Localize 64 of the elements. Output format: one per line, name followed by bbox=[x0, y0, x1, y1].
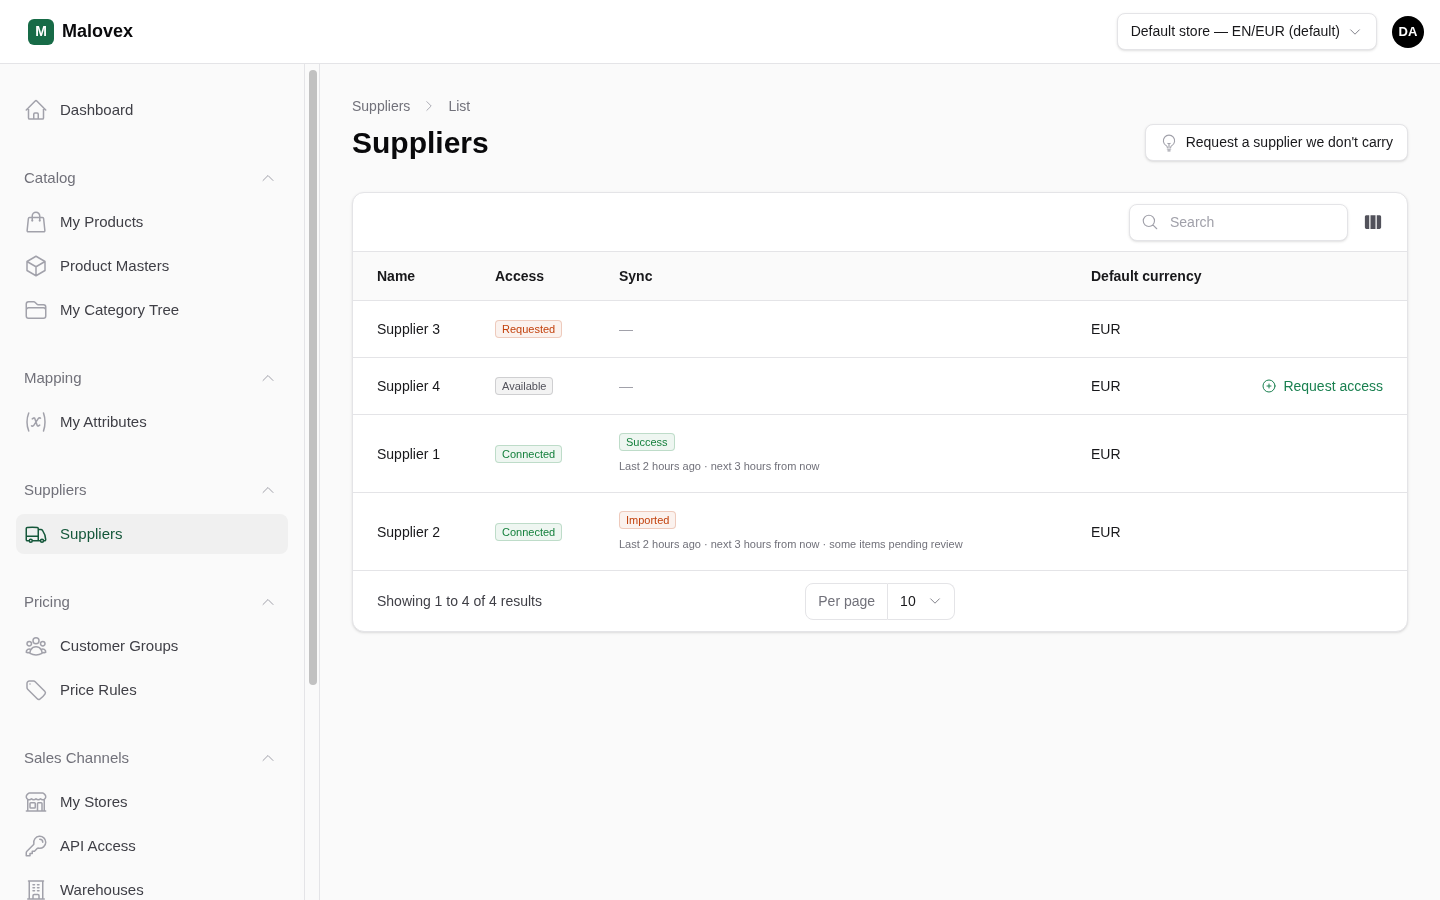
key-icon bbox=[24, 834, 48, 858]
sidebar-item[interactable]: Warehouses bbox=[16, 870, 288, 900]
sidebar-item[interactable]: API Access bbox=[16, 826, 288, 866]
table-cell-text: EUR bbox=[1091, 320, 1122, 339]
per-page-select[interactable]: 10 bbox=[888, 582, 955, 620]
column-header: Sync bbox=[619, 266, 654, 286]
table-cell-text: Supplier 4 bbox=[377, 377, 442, 396]
sync-detail-text: Last 2 hours ago · next 3 hours from now · some items pending review bbox=[619, 537, 963, 552]
status-badge: Available bbox=[495, 377, 554, 395]
column-header: Name bbox=[377, 266, 417, 286]
house-icon bbox=[24, 98, 48, 122]
sidebar-item[interactable]: My Category Tree bbox=[16, 290, 288, 330]
per-page-label: Per page bbox=[805, 582, 889, 620]
request-supplier-button[interactable]: Request a supplier we don't carry bbox=[1144, 124, 1408, 161]
scrollbar-thumb[interactable] bbox=[309, 70, 317, 685]
sidebar-item[interactable]: My Stores bbox=[16, 782, 288, 822]
status-badge: Requested bbox=[495, 320, 563, 338]
building-icon bbox=[24, 878, 48, 900]
sidebar-item[interactable]: My Products bbox=[16, 202, 288, 242]
shopping-bag-icon bbox=[24, 210, 48, 234]
table-cell-text: EUR bbox=[1091, 377, 1122, 396]
people-group-icon bbox=[24, 634, 48, 658]
table-cell-text: Supplier 1 bbox=[377, 444, 442, 464]
sidebar-item[interactable]: Customer Groups bbox=[16, 626, 288, 666]
table-cell-text: EUR bbox=[1091, 522, 1122, 542]
empty-dash: — bbox=[619, 320, 633, 339]
table-cell-text: Supplier 3 bbox=[377, 320, 442, 339]
table-cell-text: Supplier 2 bbox=[377, 522, 442, 542]
section-header[interactable]: Suppliers bbox=[16, 470, 288, 510]
search-icon bbox=[1141, 212, 1159, 231]
results-summary: Showing 1 to 4 of 4 results bbox=[377, 591, 543, 611]
status-badge: Imported bbox=[619, 511, 677, 529]
variable-icon bbox=[24, 410, 48, 434]
columns-icon[interactable] bbox=[1363, 212, 1383, 232]
request-access-button[interactable]: Request access bbox=[1261, 376, 1383, 396]
table-cell-text: EUR bbox=[1091, 444, 1122, 464]
user-avatar[interactable]: DA bbox=[1392, 15, 1424, 48]
tag-icon bbox=[24, 678, 48, 702]
status-badge: Success bbox=[619, 433, 675, 451]
column-header: Access bbox=[495, 266, 546, 286]
empty-dash: — bbox=[619, 377, 633, 396]
page-title: Suppliers bbox=[352, 124, 489, 161]
sidebar-item[interactable]: Suppliers bbox=[16, 514, 288, 554]
sidebar-item[interactable]: Price Rules bbox=[16, 670, 288, 710]
breadcrumb-link[interactable]: Suppliers bbox=[352, 95, 411, 117]
status-badge: Connected bbox=[495, 444, 563, 463]
sidebar-item[interactable]: Product Masters bbox=[16, 246, 288, 286]
sidebar-item[interactable]: My Attributes bbox=[16, 402, 288, 442]
section-header[interactable]: Catalog bbox=[16, 158, 288, 198]
sidebar-item[interactable]: Dashboard bbox=[16, 90, 288, 130]
column-header: Default currency bbox=[1091, 266, 1203, 286]
sync-detail-text: Last 2 hours ago · next 3 hours from now bbox=[619, 459, 820, 474]
search-field[interactable]: Search bbox=[1129, 203, 1348, 241]
cube-icon bbox=[24, 254, 48, 278]
section-header[interactable]: Pricing bbox=[16, 582, 288, 622]
section-header[interactable]: Mapping bbox=[16, 358, 288, 398]
brand-name: Malovex bbox=[62, 20, 134, 43]
store-selector[interactable]: Default store — EN/EUR (default) bbox=[1116, 13, 1377, 50]
folder-icon bbox=[24, 298, 48, 322]
breadcrumb-current: List bbox=[448, 96, 471, 116]
status-badge: Connected bbox=[495, 522, 563, 541]
storefront-icon bbox=[24, 790, 48, 814]
logo-mark: M bbox=[28, 18, 54, 45]
section-header[interactable]: Sales Channels bbox=[16, 738, 288, 778]
